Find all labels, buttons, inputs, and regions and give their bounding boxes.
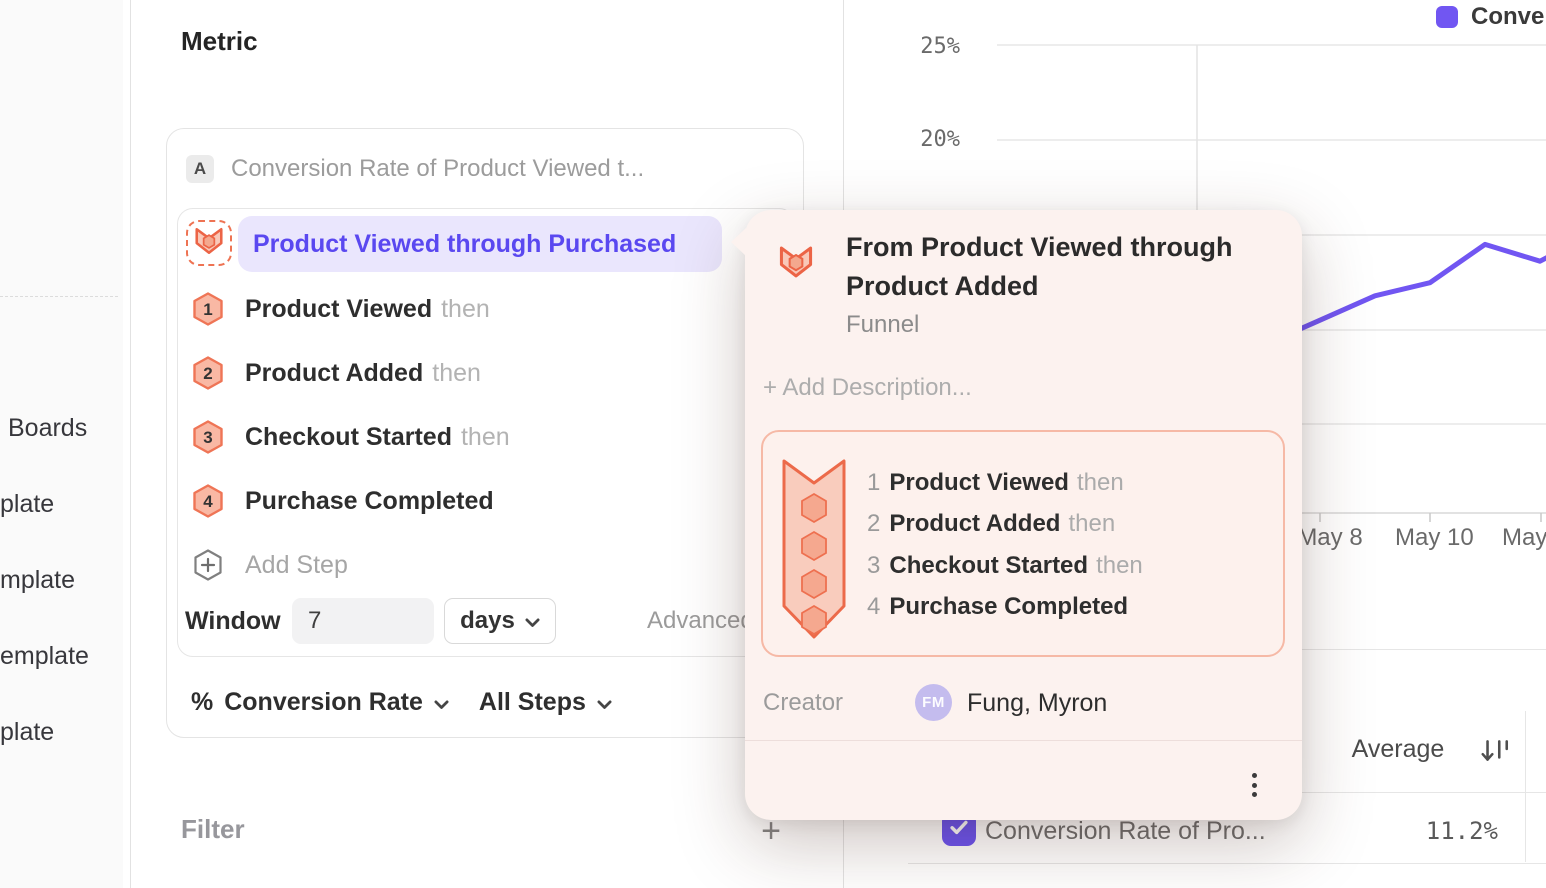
app-root: Boards plate mplate emplate plate Metric… bbox=[0, 0, 1546, 888]
series-a-badge: A bbox=[186, 155, 214, 183]
funnel-event-icon-box[interactable] bbox=[186, 220, 232, 266]
series-title[interactable]: Conversion Rate of Product Viewed t... bbox=[231, 154, 644, 184]
creator-avatar: FM bbox=[915, 684, 952, 721]
svg-text:2: 2 bbox=[203, 364, 212, 383]
percent-symbol: % bbox=[191, 688, 213, 717]
step-3-label: Checkout Startedthen bbox=[245, 423, 510, 452]
add-step-button[interactable]: Add Step bbox=[178, 545, 778, 585]
average-column-header[interactable]: Average bbox=[1323, 735, 1473, 764]
x-axis-tick-may10: May 10 bbox=[1395, 524, 1465, 552]
metric-card: A Conversion Rate of Product Viewed t...… bbox=[166, 128, 804, 738]
window-value-input[interactable] bbox=[292, 598, 434, 644]
sidebar-border bbox=[130, 0, 131, 888]
sidebar-item-template-1[interactable]: plate bbox=[0, 486, 54, 522]
step-4-hexagon-badge: 4 bbox=[192, 484, 224, 518]
popover-arrow bbox=[731, 228, 746, 256]
table-row-average-value: 11.2% bbox=[1343, 813, 1498, 849]
table-column-divider bbox=[1525, 711, 1526, 862]
sidebar-divider bbox=[0, 296, 118, 297]
x-axis-tick-may12: May 12 bbox=[1502, 524, 1546, 552]
table-row-divider bbox=[908, 863, 1546, 864]
step-4-label: Purchase Completed bbox=[245, 487, 503, 516]
funnel-name-link[interactable]: Product Viewed through Purchased bbox=[238, 216, 722, 272]
metric-section-heading: Metric bbox=[181, 26, 258, 57]
sort-descending-icon[interactable] bbox=[1479, 736, 1511, 771]
funnel-step-row-4[interactable]: 4 Purchase Completed bbox=[178, 481, 778, 521]
chevron-down-icon bbox=[525, 607, 540, 635]
popover-step-3: 3Checkout Startedthen bbox=[867, 550, 1143, 582]
popover-type-label: Funnel bbox=[846, 311, 919, 339]
popover-step-4: 4Purchase Completed bbox=[867, 591, 1136, 623]
svg-text:4: 4 bbox=[203, 492, 213, 511]
steps-scope-dropdown[interactable]: All Steps bbox=[479, 688, 586, 717]
more-options-kebab-icon[interactable] bbox=[1242, 770, 1266, 800]
svg-text:3: 3 bbox=[203, 428, 212, 447]
sidebar-item-boards[interactable]: Boards bbox=[8, 410, 87, 446]
funnel-definition-card: Product Viewed through Purchased 1 Produ… bbox=[177, 208, 795, 657]
funnel-step-row-3[interactable]: 3 Checkout Startedthen bbox=[178, 417, 778, 457]
sidebar: Boards plate mplate emplate plate bbox=[0, 0, 123, 888]
funnel-icon bbox=[193, 225, 225, 262]
popover-step-2: 2Product Addedthen bbox=[867, 508, 1115, 540]
step-3-hexagon-badge: 3 bbox=[192, 420, 224, 454]
sidebar-item-template-4[interactable]: plate bbox=[0, 714, 54, 750]
step-1-hexagon-badge: 1 bbox=[192, 292, 224, 326]
window-label: Window bbox=[185, 598, 281, 644]
measure-row: % Conversion Rate All Steps bbox=[191, 680, 612, 724]
conversion-rate-line-series bbox=[1265, 232, 1546, 344]
window-row: Window days Advanced... bbox=[178, 598, 788, 644]
popover-step-1: 1Product Viewedthen bbox=[867, 467, 1124, 499]
chevron-down-icon[interactable] bbox=[434, 688, 449, 717]
creator-label: Creator bbox=[763, 686, 843, 720]
popover-title: From Product Viewed through Product Adde… bbox=[846, 228, 1256, 306]
funnel-step-row-1[interactable]: 1 Product Viewedthen bbox=[178, 289, 778, 329]
step-1-label: Product Viewedthen bbox=[245, 295, 490, 324]
step-2-label: Product Addedthen bbox=[245, 359, 481, 388]
window-unit-value: days bbox=[460, 607, 515, 635]
step-2-hexagon-badge: 2 bbox=[192, 356, 224, 390]
x-axis-tick-may8: May 8 bbox=[1295, 524, 1365, 552]
filter-section-heading: Filter bbox=[181, 814, 245, 845]
funnel-step-row-2[interactable]: 2 Product Addedthen bbox=[178, 353, 778, 393]
add-step-hexagon-icon bbox=[192, 549, 224, 581]
funnel-details-popover: From Product Viewed through Product Adde… bbox=[745, 210, 1302, 820]
creator-name: Fung, Myron bbox=[967, 686, 1107, 720]
svg-text:1: 1 bbox=[203, 300, 212, 319]
funnel-banner-icon bbox=[781, 454, 847, 649]
popover-steps-card: 1Product Viewedthen 2Product Addedthen 3… bbox=[761, 430, 1285, 657]
chevron-down-icon[interactable] bbox=[597, 688, 612, 717]
add-step-label: Add Step bbox=[245, 551, 348, 580]
window-unit-select[interactable]: days bbox=[444, 598, 556, 644]
funnel-icon bbox=[777, 243, 815, 286]
measure-type-dropdown[interactable]: Conversion Rate bbox=[224, 688, 423, 717]
popover-footer-divider bbox=[745, 740, 1302, 741]
add-description-button[interactable]: + Add Description... bbox=[763, 374, 972, 402]
sidebar-item-template-2[interactable]: mplate bbox=[0, 562, 75, 598]
sidebar-item-template-3[interactable]: emplate bbox=[0, 638, 89, 674]
